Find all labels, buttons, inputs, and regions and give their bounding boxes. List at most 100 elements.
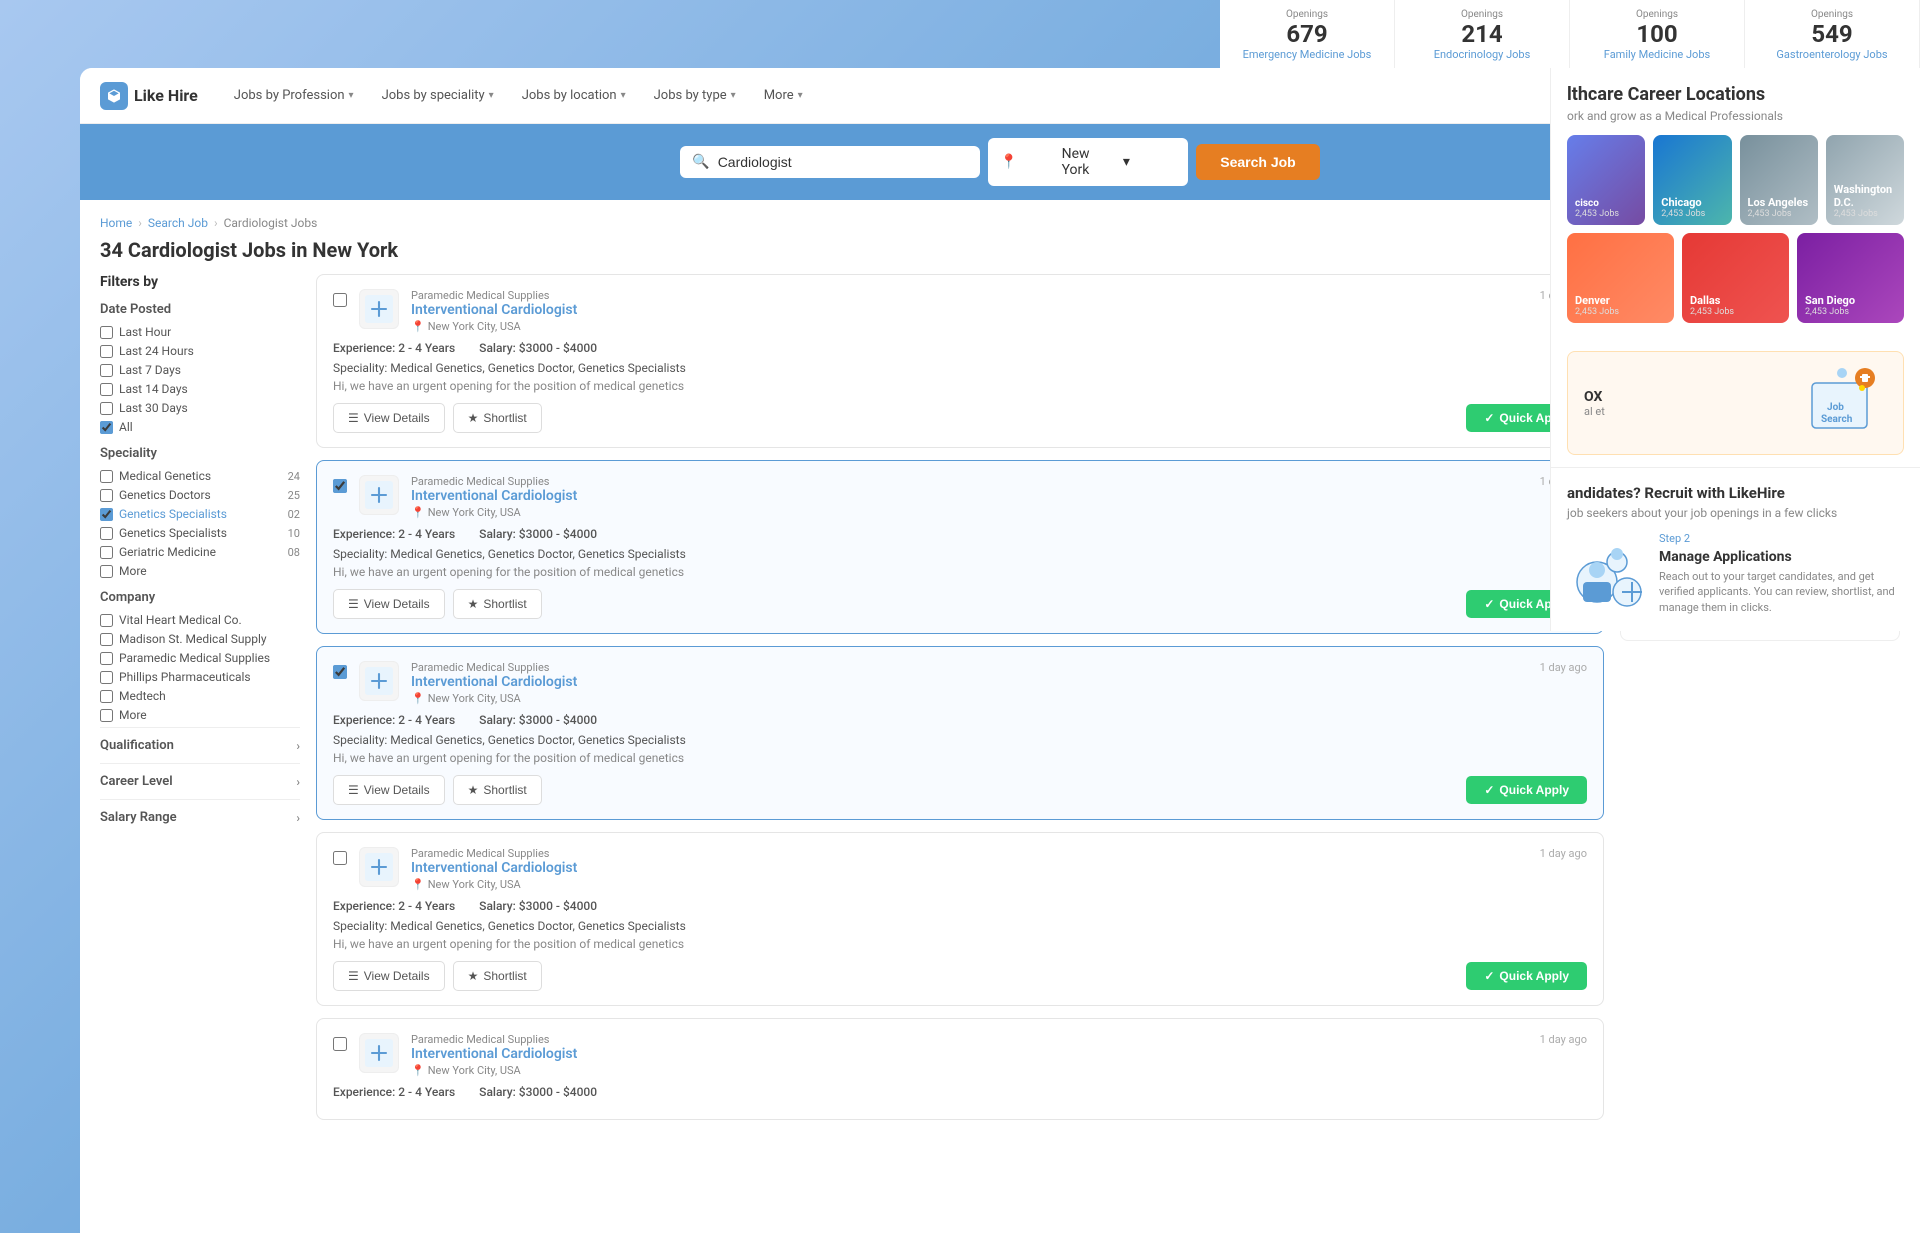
job-search-input[interactable] (718, 154, 969, 170)
filter-geriatric-medicine[interactable]: Geriatric Medicine 08 (100, 545, 300, 559)
filter-last-30d-checkbox[interactable] (100, 402, 113, 415)
filter-last-7d[interactable]: Last 7 Days (100, 363, 300, 377)
filter-genetics-specialists[interactable]: Genetics Specialists 02 (100, 507, 300, 521)
breadcrumb-search-job[interactable]: Search Job (148, 216, 208, 230)
filter-medical-genetics[interactable]: Medical Genetics 24 (100, 469, 300, 483)
filter-medical-genetics-checkbox[interactable] (100, 470, 113, 483)
nav-jobs-location[interactable]: Jobs by location ▾ (510, 80, 638, 111)
filter-more-company[interactable]: More (100, 708, 300, 722)
nav-jobs-type[interactable]: Jobs by type ▾ (642, 80, 748, 111)
star-icon-2: ★ (468, 597, 479, 611)
filter-madison-checkbox[interactable] (100, 633, 113, 646)
job-select-3[interactable] (333, 665, 347, 679)
shortlist-button-2[interactable]: ★ Shortlist (453, 589, 542, 619)
view-details-button-1[interactable]: ☰ View Details (333, 403, 445, 433)
nav-more[interactable]: More ▾ (752, 80, 815, 111)
breadcrumb-sep-2: › (214, 216, 218, 230)
job-details-row-3: Experience: 2 - 4 Years Salary: $3000 - … (333, 713, 1587, 727)
location-card-sandiego[interactable]: San Diego 2,453 Jobs (1797, 233, 1904, 323)
top-card-family: Openings 100 Family Medicine Jobs (1570, 0, 1745, 69)
filter-genetics-specialists-checkbox[interactable] (100, 508, 113, 521)
filter-last-hour-checkbox[interactable] (100, 326, 113, 339)
location-card-sf[interactable]: cisco 2,453 Jobs (1567, 135, 1645, 225)
job-select-5[interactable] (333, 1037, 347, 1051)
location-pin-icon: 📍 (411, 320, 425, 333)
job-select-2[interactable] (333, 479, 347, 493)
filter-last-hour[interactable]: Last Hour (100, 325, 300, 339)
job-logo-4 (359, 847, 399, 887)
shortlist-button-3[interactable]: ★ Shortlist (453, 775, 542, 805)
filter-genetics-doctors[interactable]: Genetics Doctors 25 (100, 488, 300, 502)
job-speciality-1: Speciality: Medical Genetics, Genetics D… (333, 361, 1587, 375)
filter-career-level[interactable]: Career Level › (100, 763, 300, 799)
filter-medtech-checkbox[interactable] (100, 690, 113, 703)
job-title-5[interactable]: Interventional Cardiologist (411, 1046, 1528, 1062)
filter-genetics-doctors-checkbox[interactable] (100, 489, 113, 502)
nav-jobs-speciality[interactable]: Jobs by speciality ▾ (370, 80, 506, 111)
breadcrumb-home[interactable]: Home (100, 216, 132, 230)
view-details-button-4[interactable]: ☰ View Details (333, 961, 445, 991)
location-card-dallas[interactable]: Dallas 2,453 Jobs (1682, 233, 1789, 323)
logo[interactable]: Like Hire (100, 82, 198, 110)
filter-geriatric-medicine-checkbox[interactable] (100, 546, 113, 559)
filter-last-30d[interactable]: Last 30 Days (100, 401, 300, 415)
filter-all-checkbox[interactable] (100, 421, 113, 434)
view-details-button-3[interactable]: ☰ View Details (333, 775, 445, 805)
job-title-1[interactable]: Interventional Cardiologist (411, 302, 1528, 318)
location-value: New York (1062, 146, 1115, 178)
filter-paramedic-checkbox[interactable] (100, 652, 113, 665)
location-card-la[interactable]: Los Angeles 2,453 Jobs (1740, 135, 1818, 225)
filter-phillips-checkbox[interactable] (100, 671, 113, 684)
filter-paramedic[interactable]: Paramedic Medical Supplies (100, 651, 300, 665)
view-details-button-2[interactable]: ☰ View Details (333, 589, 445, 619)
chevron-down-icon: ▾ (349, 90, 354, 101)
job-experience-3: Experience: 2 - 4 Years (333, 713, 455, 727)
filter-phillips[interactable]: Phillips Pharmaceuticals (100, 670, 300, 684)
job-location-2: 📍 New York City, USA (411, 506, 1528, 519)
filter-more-speciality[interactable]: More (100, 564, 300, 578)
filter-vital-heart-checkbox[interactable] (100, 614, 113, 627)
shortlist-button-4[interactable]: ★ Shortlist (453, 961, 542, 991)
star-icon-3: ★ (468, 783, 479, 797)
search-input-wrap[interactable]: 🔍 (680, 146, 980, 178)
logo-text: Like Hire (134, 86, 198, 105)
filter-medtech[interactable]: Medtech (100, 689, 300, 703)
job-list: Paramedic Medical Supplies Interventiona… (316, 274, 1604, 1132)
job-title-2[interactable]: Interventional Cardiologist (411, 488, 1528, 504)
chevron-down-icon-2: ▾ (489, 90, 494, 101)
filter-all[interactable]: All (100, 420, 300, 434)
quick-apply-button-3[interactable]: ✓ Quick Apply (1466, 776, 1587, 804)
nav-jobs-profession[interactable]: Jobs by Profession ▾ (222, 80, 366, 111)
job-select-4[interactable] (333, 851, 347, 865)
openings-title-family: Family Medicine Jobs (1604, 48, 1710, 61)
filter-last-14d[interactable]: Last 14 Days (100, 382, 300, 396)
job-select-1[interactable] (333, 293, 347, 307)
job-details-row-5: Experience: 2 - 4 Years Salary: $3000 - … (333, 1085, 1587, 1099)
filter-last-14d-checkbox[interactable] (100, 383, 113, 396)
filter-salary-range[interactable]: Salary Range › (100, 799, 300, 835)
filter-last-7d-checkbox[interactable] (100, 364, 113, 377)
filter-vital-heart[interactable]: Vital Heart Medical Co. (100, 613, 300, 627)
job-title-3[interactable]: Interventional Cardiologist (411, 674, 1528, 690)
filter-more-company-checkbox[interactable] (100, 709, 113, 722)
filter-qualification[interactable]: Qualification › (100, 727, 300, 763)
location-card-denver[interactable]: Denver 2,453 Jobs (1567, 233, 1674, 323)
location-chicago-name: Chicago (1661, 196, 1723, 209)
job-card-3: Paramedic Medical Supplies Interventiona… (316, 646, 1604, 820)
location-sf-jobs: 2,453 Jobs (1575, 209, 1637, 219)
filter-more-speciality-checkbox[interactable] (100, 565, 113, 578)
filter-madison[interactable]: Madison St. Medical Supply (100, 632, 300, 646)
filter-genetics-specialists-2-checkbox[interactable] (100, 527, 113, 540)
svg-text:Job: Job (1827, 402, 1844, 413)
job-title-4[interactable]: Interventional Cardiologist (411, 860, 1528, 876)
filter-last-24h-checkbox[interactable] (100, 345, 113, 358)
filter-last-24h[interactable]: Last 24 Hours (100, 344, 300, 358)
location-grid-2: Denver 2,453 Jobs Dallas 2,453 Jobs San … (1567, 233, 1904, 323)
location-card-chicago[interactable]: Chicago 2,453 Jobs (1653, 135, 1731, 225)
location-card-dc[interactable]: Washington D.C. 2,453 Jobs (1826, 135, 1904, 225)
search-button[interactable]: Search Job (1196, 144, 1319, 180)
quick-apply-button-4[interactable]: ✓ Quick Apply (1466, 962, 1587, 990)
filter-genetics-specialists-2[interactable]: Genetics Specialists 10 (100, 526, 300, 540)
shortlist-button-1[interactable]: ★ Shortlist (453, 403, 542, 433)
location-select-wrap[interactable]: 📍 New York ▾ (988, 138, 1188, 186)
